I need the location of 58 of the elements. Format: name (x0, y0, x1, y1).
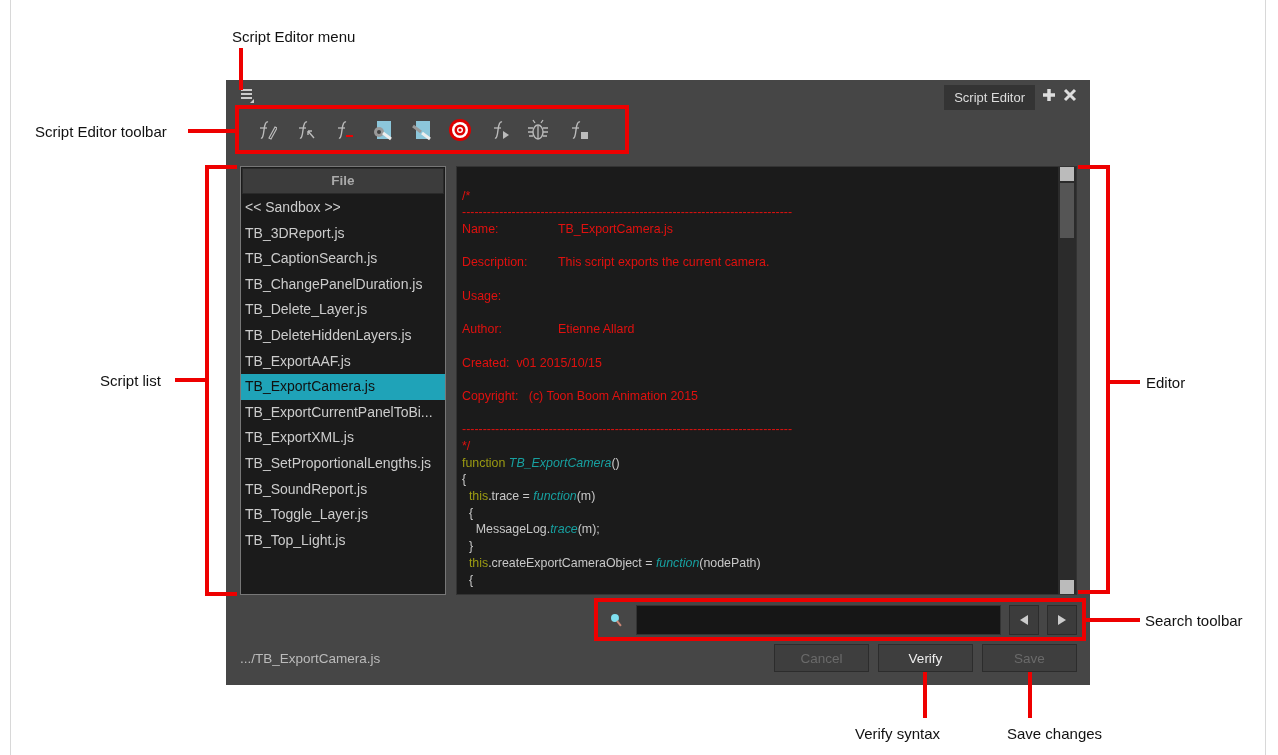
column-header: File (242, 168, 444, 194)
target-icon[interactable] (448, 118, 472, 142)
callout-label: Search toolbar (1145, 612, 1243, 629)
script-item[interactable]: TB_ExportCamera.js (241, 374, 445, 400)
code-line: this.trace = function(m) (467, 489, 596, 504)
comment-line: Created: v01 2015/10/15 (462, 354, 603, 372)
comment-value: TB_ExportCamera.js (558, 222, 673, 237)
comment-line: -------------------------------------------------------------------------------- (462, 204, 794, 222)
comment-label: Name: (462, 222, 499, 237)
callout-label: Editor (1146, 374, 1186, 391)
next-button[interactable] (1047, 604, 1077, 635)
add-icon[interactable] (1041, 87, 1057, 103)
script-item[interactable]: TB_ExportAAF.js (241, 348, 445, 375)
search-field[interactable] (635, 604, 1002, 635)
code-line: MessageLog.trace(m); (474, 522, 600, 537)
callout-label: Save changes (1007, 725, 1103, 742)
menu-icon[interactable] (240, 87, 254, 103)
callout-label: Script Editor toolbar (35, 123, 167, 140)
action-button[interactable]: Verify (878, 644, 973, 672)
comment-label: Description: (462, 255, 528, 270)
code-line: this.createExportCameraObject = function(nodePath) (467, 555, 761, 570)
script-item[interactable]: TB_Delete_Layer.js (241, 297, 445, 323)
right-arrow-icon (1057, 613, 1068, 626)
comment-value: Etienne Allard (558, 322, 635, 337)
callout-label: Script list (100, 372, 161, 389)
comment-line: /* (462, 187, 472, 205)
comment-label: Author: (462, 322, 502, 337)
comment-value: This script exports the current camera. (558, 255, 770, 270)
script-item[interactable]: << Sandbox >> (241, 195, 445, 221)
comment-line: -------------------------------------------------------------------------------- (462, 421, 794, 438)
script-item[interactable]: TB_SoundReport.js (241, 476, 445, 503)
close-icon[interactable] (1063, 88, 1077, 102)
search-icon (610, 612, 622, 627)
script-item[interactable]: TB_ExportXML.js (241, 425, 445, 451)
script-item[interactable]: TB_Top_Light.js (241, 527, 445, 554)
file-path: .../TB_ExportCamera.js (240, 650, 381, 666)
comment-label: Usage: (462, 288, 502, 303)
callout-label: Script Editor menu (232, 28, 356, 45)
script-item[interactable]: TB_ChangePanelDuration.js (241, 271, 445, 298)
script-item[interactable]: TB_CaptionSearch.js (241, 246, 445, 272)
script-item[interactable]: TB_Toggle_Layer.js (241, 502, 445, 528)
script-item[interactable]: TB_DeleteHiddenLayers.js (241, 322, 445, 349)
comment-line: Copyright: (c) Toon Boom Animation 2015 (462, 387, 699, 405)
callout-label: Verify syntax (855, 725, 941, 742)
script-editor-tab[interactable]: Script Editor (944, 84, 1035, 110)
comment-line: */ (462, 438, 472, 455)
code-line: { (467, 505, 474, 520)
code-line: { (462, 472, 467, 487)
previous-button[interactable] (1009, 604, 1040, 635)
scrollbar[interactable] (1058, 167, 1076, 594)
left-arrow-icon (1019, 613, 1030, 626)
script-item[interactable]: TB_SetProportionalLengths.js (241, 450, 445, 477)
code-line: function TB_ExportCamera() (462, 455, 620, 470)
bug-icon[interactable] (526, 118, 550, 142)
code-line: } (467, 539, 474, 554)
script-item[interactable]: TB_3DReport.js (241, 220, 445, 247)
script-item[interactable]: TB_ExportCurrentPanelToBi... (241, 399, 445, 426)
code-line: { (467, 572, 474, 587)
